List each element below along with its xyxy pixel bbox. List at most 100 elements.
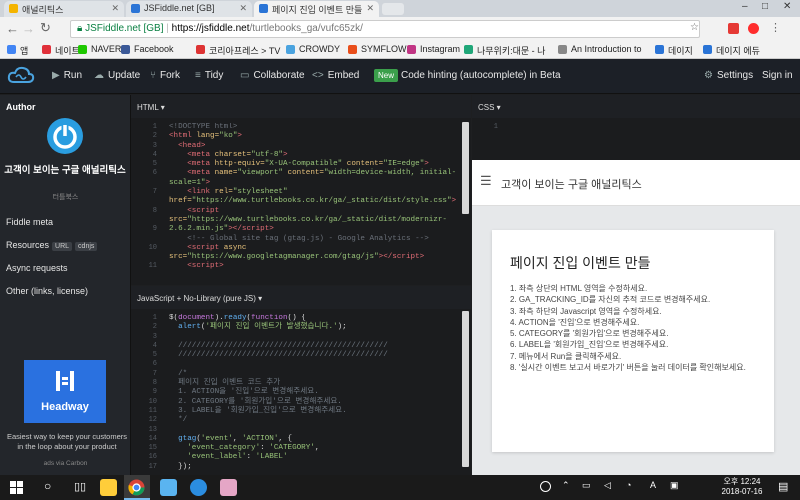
result-panel: ☰ 고객이 보이는 구글 애널리틱스 페이지 진입 이벤트 만들 1. 좌측 상… [472,160,800,475]
bookmark-item[interactable]: 데이지 에듀 [703,44,760,57]
ad-text[interactable]: Easiest way to keep your customers in th… [5,432,129,452]
volume-icon[interactable]: ◁ [604,480,611,491]
tray-icon[interactable] [540,481,551,492]
app-icon[interactable] [220,479,237,496]
update-button[interactable]: ☁ Update [94,70,140,81]
url-chip[interactable]: URL [52,242,73,251]
headway-logo-icon [56,371,74,391]
bookmark-item[interactable]: Facebook [121,44,174,54]
app-icon[interactable] [190,479,207,496]
fork-icon: ⑂ [150,70,156,81]
html-scrollbar[interactable] [462,122,469,214]
bookmark-item[interactable]: NAVER [78,44,121,54]
bookmark-item[interactable]: SYMFLOW [348,44,407,54]
async-requests-link[interactable]: Async requests [6,263,68,273]
bookmark-item[interactable]: 나무위키:대문 - 나 [464,44,545,57]
tray-arrow-icon[interactable]: ⌃ [562,480,570,491]
update-label: Update [108,70,141,81]
fiddle-user[interactable]: 터틀북스 [0,192,131,202]
embed-label: Embed [327,70,360,81]
network-icon[interactable]: ▭ [582,480,591,491]
browser-tab-strip: 애널리틱스 ✕ JSFiddle.net [GB] ✕ 페이지 진입 이벤트 만… [0,0,800,17]
js-code[interactable]: $(document).ready(function() { alert('페이… [169,314,459,472]
announcement-link[interactable]: Code hinting (autocomplete) in Beta [401,70,561,81]
html-editor[interactable]: 1 2 3 4 5 6 7 8 9 10 11 <!DOCTYPE html> … [131,118,471,285]
close-icon[interactable]: ✕ [239,3,247,14]
minimize-icon[interactable]: – [742,1,748,12]
opera-icon[interactable] [748,23,759,34]
bookmark-item[interactable]: CROWDY [286,44,340,54]
extension-icon[interactable] [728,23,739,34]
taskbar-active-app[interactable] [124,475,150,500]
signin-button[interactable]: Sign in [762,70,793,81]
fiddle-meta-link[interactable]: Fiddle meta [6,217,53,227]
js-scrollbar[interactable] [462,311,469,467]
resources-link[interactable]: Resources URL cdnjs [6,240,98,251]
list-item: 5. CATEGORY를 '회원가입'으로 변경해주세요. [510,329,669,339]
result-header: ☰ 고객이 보이는 구글 애널리틱스 [472,160,800,206]
maximize-icon[interactable]: □ [762,1,768,12]
js-editor[interactable]: 1 2 3 4 5 6 7 8 9 10 11 12 13 14 15 16 1… [131,309,471,475]
wifi-icon[interactable]: ◔ [626,480,631,490]
bookmark-item[interactable]: 데이지 [655,44,693,57]
embed-button[interactable]: <> Embed [312,70,359,81]
list-item: 8. '실시간 이벤트 보고서 바로가기' 버튼을 눌러 데이터를 확인해보세요… [510,363,746,373]
bookmark-label: Instagram [420,44,461,54]
bookmark-item[interactable]: An Introduction to [558,44,642,54]
js-panel-header[interactable]: JavaScript + No-Library (pure JS) ▾ [131,286,471,309]
headway-ad-image[interactable]: Headway [24,360,106,423]
collaborate-button[interactable]: ▭ Collaborate [240,70,305,81]
other-links-link[interactable]: Other (links, license) [6,286,88,296]
url-path: /turtlebooks_ga/vufc65zk/ [249,23,363,34]
bookmark-favicon-icon [7,45,16,54]
html-code[interactable]: <!DOCTYPE html> <html lang="ko"> <head> … [169,123,459,272]
hamburger-menu-icon[interactable]: ☰ [480,173,492,189]
url-host: https://jsfiddle.net [171,23,250,34]
keyboard-icon[interactable]: ▣ [670,480,679,491]
result-header-title: 고객이 보이는 구글 애널리틱스 [501,179,642,191]
avatar[interactable] [47,118,83,154]
bookmark-label: SYMFLOW [361,44,407,54]
html-panel-header[interactable]: HTML ▾ [131,95,471,118]
left-sidebar: Author 고객이 보이는 구글 애널리틱스 터틀북스 Fiddle meta… [0,95,131,475]
url-input[interactable]: 🔒︎ JSFiddle.net [GB] | https://jsfiddle.… [70,20,700,38]
back-icon[interactable]: ← [6,21,19,36]
bookmark-item[interactable]: 앱 [7,44,28,57]
search-icon[interactable]: ○ [44,479,51,493]
new-tab-button[interactable] [382,3,404,15]
windows-start-icon[interactable] [10,481,23,494]
bookmark-item[interactable]: 네이트 [42,44,80,57]
jsfiddle-logo[interactable] [6,64,36,88]
ad-via[interactable]: ads via Carbon [0,460,131,467]
file-explorer-icon[interactable] [100,479,117,496]
notification-icon[interactable]: ▤ [778,480,788,493]
css-editor[interactable]: 1 [472,118,800,160]
app-icon[interactable] [160,479,177,496]
cloud-icon: ☁ [94,70,104,81]
bookmark-item[interactable]: Instagram [407,44,460,54]
list-item: 4. ACTION을 '진입'으로 변경해주세요. [510,317,640,327]
close-icon[interactable]: ✕ [366,3,374,14]
tidy-button[interactable]: ≡ Tidy [195,70,223,81]
browser-tab[interactable]: JSFiddle.net [GB] ✕ [126,1,252,17]
task-view-icon[interactable]: ▯▯ [74,480,86,493]
browser-tab-active[interactable]: 페이지 진입 이벤트 만들 ✕ [254,1,379,17]
run-label: Run [63,70,83,81]
bookmark-item[interactable]: 코리아프레스 > TV [196,44,280,57]
bookmark-favicon-icon [121,45,130,54]
close-icon[interactable]: ✕ [111,3,119,14]
ime-icon[interactable]: A [650,480,656,490]
run-button[interactable]: ▶ Run [52,70,82,81]
clock[interactable]: 오후 12:24 2018-07-16 [712,477,772,497]
reload-icon[interactable]: ↻ [40,20,51,36]
css-panel-header[interactable]: CSS ▾ [472,95,800,118]
browser-tab[interactable]: 애널리틱스 ✕ [4,1,124,17]
settings-label: Settings [716,70,754,81]
fork-button[interactable]: ⑂ Fork [150,70,180,81]
window-close-icon[interactable]: ✕ [783,1,791,12]
star-icon[interactable]: ☆ [690,22,699,33]
cdnjs-chip[interactable]: cdnjs [75,242,98,251]
forward-icon[interactable]: → [22,21,35,36]
menu-icon[interactable]: ⋮ [770,21,781,34]
settings-button[interactable]: ⚙ Settings [704,70,753,81]
